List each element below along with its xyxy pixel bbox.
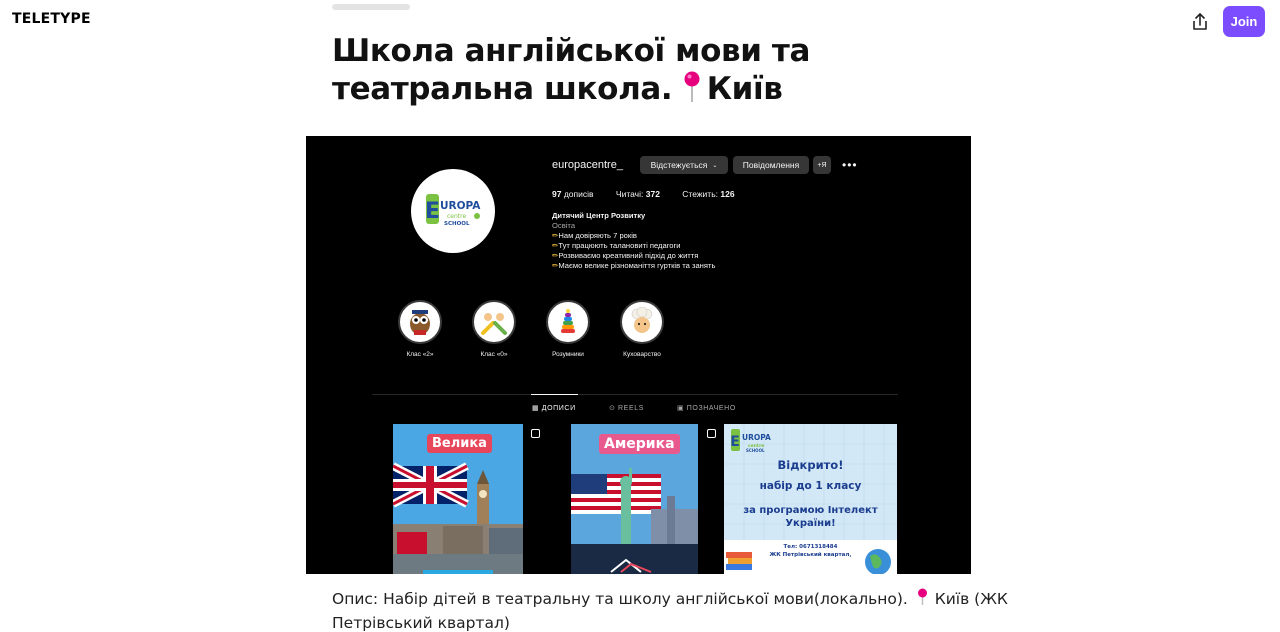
svg-text:SCHOOL: SCHOOL <box>746 448 765 453</box>
post-text-phone: Тел: 0671318484 <box>783 544 838 550</box>
pin-icon <box>684 71 700 102</box>
profile-username[interactable]: europacentre_ <box>552 159 623 171</box>
active-tab-indicator <box>531 394 578 395</box>
highlight-class-0[interactable]: Клас «0» <box>464 300 524 358</box>
reel-icon <box>531 429 540 438</box>
more-options-icon[interactable]: ••• <box>842 158 858 172</box>
chef-icon <box>620 300 664 344</box>
pin-icon <box>917 588 927 605</box>
post-london[interactable]: Велика <box>393 424 523 574</box>
tab-posts[interactable]: ▦ ДОПИСИ <box>532 404 576 412</box>
message-button[interactable]: Повідомлення <box>733 156 809 174</box>
tabs-divider <box>372 394 898 395</box>
reels-icon: ⊙ <box>609 405 616 412</box>
post-text-grade: набір до 1 класу <box>759 480 862 492</box>
post-text-open: Відкрито! <box>777 458 844 472</box>
followers-stat[interactable]: Читачі: 372 <box>616 189 660 199</box>
post-label: Америка <box>599 434 680 454</box>
following-button[interactable]: Відстежується ⌄ <box>640 156 728 174</box>
highlight-label: Клас «0» <box>480 351 508 358</box>
avatar-text-top: UROPA <box>440 200 481 212</box>
bio-name: Дитячий Центр Розвитку <box>552 211 646 220</box>
instagram-profile-screenshot: E UROPA centre SCHOOL europacentre_ Відс… <box>306 136 971 574</box>
highlight-smart-kids[interactable]: Розумники <box>538 300 598 358</box>
avatar-text-mid: centre <box>447 213 466 220</box>
grid-icon: ▦ <box>532 405 540 412</box>
profile-avatar: E UROPA centre SCHOOL <box>411 169 495 253</box>
caption-city: Київ (ЖК <box>934 590 1008 608</box>
post-america[interactable]: Америка <box>571 424 698 574</box>
article-title: Школа англійської мови та театральна шко… <box>332 32 852 108</box>
chevron-down-icon: ⌄ <box>712 162 718 169</box>
pyramid-toy-icon <box>546 300 590 344</box>
highlight-class-2[interactable]: Клас «2» <box>390 300 450 358</box>
title-line-1: Школа англійської мови та <box>332 33 811 69</box>
add-person-button[interactable]: +Я <box>813 156 831 174</box>
tagged-icon: ▣ <box>677 405 685 412</box>
avatar-text-bot: SCHOOL <box>444 221 470 227</box>
title-line-2: театральна школа. <box>332 71 673 107</box>
svg-text:UROPA: UROPA <box>742 433 771 442</box>
highlight-label: Клас «2» <box>406 351 434 358</box>
post-enrollment[interactable]: E UROPA centre SCHOOL Відкрито! набір до… <box>724 424 897 574</box>
svg-text:E: E <box>730 434 740 450</box>
post-text-address: ЖК Петрівський квартал, <box>769 552 852 558</box>
avatar-letter: E <box>425 199 440 224</box>
share-icon[interactable] <box>1188 10 1212 34</box>
bio-line: ✏Тут працюють талановиті педагоги <box>552 241 681 250</box>
bio-category: Освіта <box>552 221 576 230</box>
scrolled-text-fade <box>332 0 852 14</box>
bio-line: ✏Нам довіряють 7 років <box>552 231 637 240</box>
tab-reels[interactable]: ⊙ REELS <box>609 404 644 412</box>
profile-bio: Дитячий Центр Розвитку Освіта ✏Нам довір… <box>552 211 715 271</box>
posts-stat[interactable]: 97 дописів <box>552 189 594 199</box>
following-stat[interactable]: Стежить: 126 <box>682 189 734 199</box>
bio-line: ✏Маємо велике різноманіття гуртків та за… <box>552 261 716 270</box>
kids-icon <box>472 300 516 344</box>
post-text-program: за програмою Інтелект України! <box>743 505 878 529</box>
highlight-label: Куховарство <box>623 351 661 358</box>
profile-stats: 97 дописів Читачі: 372 Стежить: 126 <box>552 189 755 199</box>
caption-text: Опис: Набір дітей в театральну та школу … <box>332 590 908 608</box>
bio-line: ✏Розвиваємо креативний підхід до життя <box>552 251 699 260</box>
highlight-cooking[interactable]: Куховарство <box>612 300 672 358</box>
post-label: Велика <box>427 434 492 453</box>
join-button[interactable]: Join <box>1223 6 1265 37</box>
highlight-label: Розумники <box>552 351 584 358</box>
article-caption: Опис: Набір дітей в театральну та школу … <box>332 588 1008 632</box>
reel-icon <box>707 429 716 438</box>
teletype-logo[interactable]: TELETYPE <box>12 11 91 27</box>
tab-tagged[interactable]: ▣ ПОЗНАЧЕНО <box>677 404 736 412</box>
owl-icon <box>398 300 442 344</box>
title-city: Київ <box>706 71 783 107</box>
following-button-label: Відстежується <box>650 160 708 170</box>
